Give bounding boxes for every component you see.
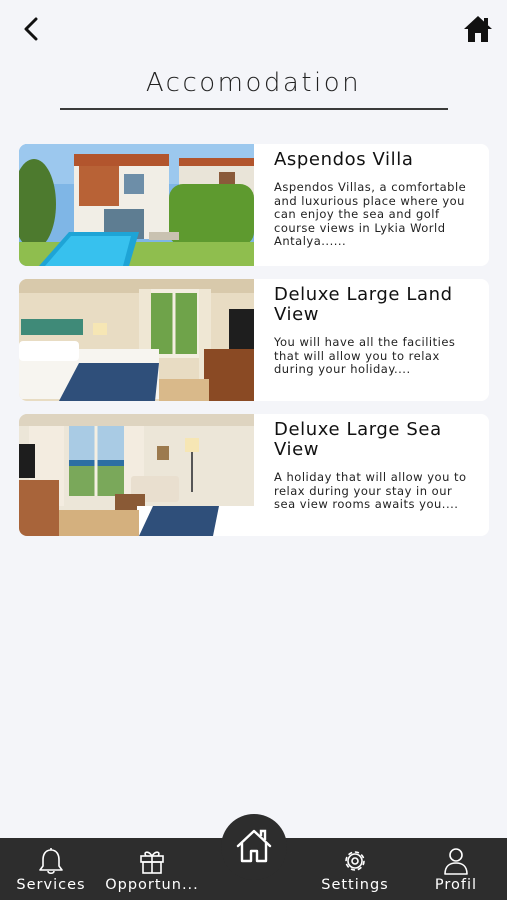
room-card-aspendos-villa[interactable]: Aspendos Villa Aspendos Villas, a comfor… — [19, 144, 489, 266]
tab-services-label: Services — [16, 877, 86, 893]
user-icon — [444, 848, 468, 875]
home-button[interactable] — [459, 10, 497, 48]
room-card-deluxe-sea-view[interactable]: Deluxe Large Sea View A holiday that wil… — [19, 414, 489, 536]
room-title: Deluxe Large Land View — [274, 284, 453, 325]
gift-icon — [140, 851, 164, 874]
room-card-body: Deluxe Large Sea View A holiday that wil… — [254, 414, 489, 536]
villa-pool-photo — [19, 144, 254, 266]
room-list: Aspendos Villa Aspendos Villas, a comfor… — [19, 144, 489, 549]
sea-view-room-photo — [19, 414, 254, 536]
room-description: Aspendos Villas, a comfortable and luxur… — [274, 180, 467, 249]
room-description: You will have all the facilities that wi… — [274, 335, 456, 377]
tab-settings[interactable]: Settings — [316, 838, 394, 900]
tab-profile-label: Profil — [434, 877, 478, 893]
title-divider — [60, 108, 448, 110]
home-icon — [236, 829, 272, 863]
room-card-body: Aspendos Villa Aspendos Villas, a comfor… — [254, 144, 489, 266]
tab-opportunities[interactable]: Opportun... — [102, 838, 202, 900]
tab-profile[interactable]: Profil — [428, 838, 484, 900]
tab-services[interactable]: Services — [14, 838, 88, 900]
room-card-deluxe-land-view[interactable]: Deluxe Large Land View You will have all… — [19, 279, 489, 401]
land-view-room-photo — [19, 279, 254, 401]
tab-opportunities-label: Opportun... — [105, 877, 199, 893]
back-button[interactable] — [14, 12, 48, 46]
bell-icon — [39, 848, 63, 875]
room-title: Deluxe Large Sea View — [274, 419, 442, 460]
center-home-button[interactable] — [221, 814, 287, 880]
chevron-left-icon — [24, 17, 38, 41]
home-icon — [464, 16, 492, 42]
page-title: Accomodation — [145, 68, 362, 98]
room-title: Aspendos Villa — [274, 149, 414, 170]
room-card-body: Deluxe Large Land View You will have all… — [254, 279, 489, 401]
room-description: A holiday that will allow you to relax d… — [274, 470, 467, 512]
tab-settings-label: Settings — [321, 877, 389, 893]
top-bar — [0, 0, 507, 60]
gear-icon — [345, 851, 365, 871]
